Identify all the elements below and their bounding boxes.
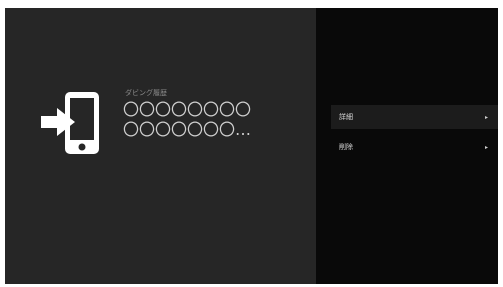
phone-import-icon (41, 92, 99, 154)
info-panel: ダビング履歴 〇〇〇〇〇〇〇〇 〇〇〇〇〇〇〇… (5, 8, 316, 284)
menu-item-label: 削除 (339, 143, 353, 151)
history-label: ダビング履歴 (125, 89, 167, 97)
menu-item-details[interactable]: 詳細 ▸ (331, 105, 498, 129)
menu-item-delete[interactable]: 削除 ▸ (331, 135, 498, 159)
history-title: 〇〇〇〇〇〇〇〇 〇〇〇〇〇〇〇… (123, 100, 283, 140)
history-title-line-2: 〇〇〇〇〇〇〇… (123, 120, 252, 139)
menu-panel: 詳細 ▸ 削除 ▸ (316, 8, 498, 284)
tv-screen: ダビング履歴 〇〇〇〇〇〇〇〇 〇〇〇〇〇〇〇… 詳細 ▸ 削除 ▸ (5, 8, 498, 284)
chevron-right-icon: ▸ (484, 143, 488, 151)
chevron-right-icon: ▸ (484, 113, 488, 121)
menu-item-label: 詳細 (339, 113, 353, 121)
history-title-line-1: 〇〇〇〇〇〇〇〇 (123, 100, 252, 119)
